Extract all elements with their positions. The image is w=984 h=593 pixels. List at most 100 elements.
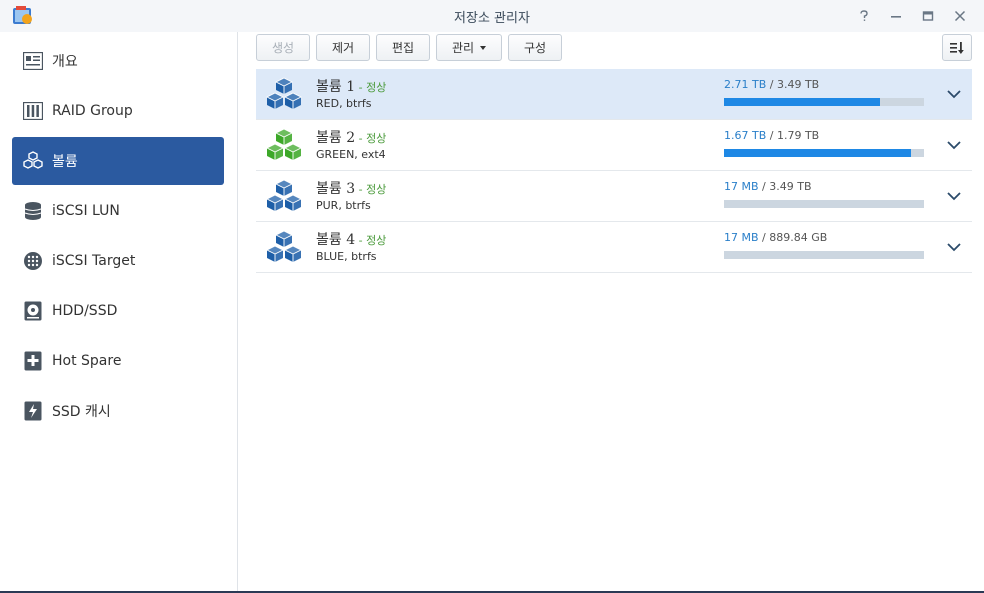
volume-usage-bar-fill (724, 149, 911, 157)
volume-row[interactable]: 볼륨 3 - 정상 PUR, btrfs 17 MB / 3.49 TB (256, 171, 972, 222)
volume-used: 2.71 TB (724, 78, 767, 91)
sidebar-item-volume[interactable]: 볼륨 (12, 137, 224, 185)
volume-number: 1 (346, 79, 356, 95)
sidebar-item-label: HDD/SSD (52, 303, 118, 319)
volume-total: 3.49 TB (769, 180, 812, 193)
volume-cubes-icon (265, 77, 303, 113)
volume-row[interactable]: 볼륨 1 - 정상 RED, btrfs 2.71 TB / 3.49 TB (256, 69, 972, 120)
volume-usage-text: 17 MB / 3.49 TB (724, 180, 812, 193)
minimize-icon[interactable] (886, 6, 906, 26)
volume-status-sep: - (355, 132, 367, 145)
maximize-icon[interactable] (918, 6, 938, 26)
sidebar-item-label: Hot Spare (52, 353, 122, 369)
volume-status-sep: - (355, 81, 367, 94)
volume-number: 4 (346, 232, 356, 248)
volume-description: RED, btrfs (316, 97, 372, 110)
raid-group-icon (22, 100, 44, 122)
volume-status-sep: - (355, 234, 367, 247)
volume-total: 1.79 TB (776, 129, 820, 142)
volume-total: 889.84 GB (769, 231, 828, 244)
caret-down-icon (480, 45, 487, 50)
ssd-cache-icon (22, 400, 44, 422)
volume-number: 2 (346, 130, 356, 146)
volume-used: 1.67 TB (724, 129, 767, 142)
sort-icon (950, 41, 964, 54)
volume-name: 볼륨 3 - 정상 (316, 178, 386, 198)
volume-usage-bar (724, 98, 924, 106)
volume-list: 볼륨 1 - 정상 RED, btrfs 2.71 TB / 3.49 TB 볼… (256, 69, 972, 273)
close-icon[interactable] (950, 6, 970, 26)
volume-status: 정상 (366, 234, 387, 247)
hot-spare-icon (22, 350, 44, 372)
volume-cubes-icon (265, 128, 303, 164)
volume-used: 17 MB (724, 231, 759, 244)
sidebar-item-label: 볼륨 (52, 154, 78, 170)
manage-dropdown-button[interactable]: 관리 (436, 34, 502, 61)
volume-name-text: 볼륨 (316, 232, 342, 248)
volume-used: 17 MB (724, 180, 759, 193)
sort-button[interactable] (942, 34, 972, 61)
edit-button[interactable]: 편집 (376, 34, 430, 61)
volume-name: 볼륨 4 - 정상 (316, 229, 386, 249)
volume-usage-text: 2.71 TB / 3.49 TB (724, 78, 819, 91)
volume-usage-bar-fill (724, 98, 880, 106)
configure-button[interactable]: 구성 (508, 34, 562, 61)
toolbar: 생성 제거 편집 관리 구성 (256, 32, 972, 66)
title-bar: 저장소 관리자 (0, 0, 984, 32)
help-icon[interactable] (854, 6, 874, 26)
sidebar-item-iscsi-lun[interactable]: iSCSI LUN (12, 187, 224, 235)
volume-name-text: 볼륨 (316, 79, 342, 95)
iscsi-lun-icon (22, 200, 44, 222)
storage-manager-app-icon (13, 6, 32, 24)
volume-status: 정상 (366, 132, 387, 145)
sidebar-item-iscsi-target[interactable]: iSCSI Target (12, 237, 224, 285)
volume-total: 3.49 TB (776, 78, 820, 91)
manage-label: 관리 (451, 41, 475, 55)
volume-name: 볼륨 2 - 정상 (316, 127, 386, 147)
volume-description: BLUE, btrfs (316, 250, 377, 263)
volume-row[interactable]: 볼륨 2 - 정상 GREEN, ext4 1.67 TB / 1.79 TB (256, 120, 972, 171)
sidebar-item-ssd-cache[interactable]: SSD 캐시 (12, 387, 224, 435)
sidebar-item-overview[interactable]: 개요 (12, 37, 224, 85)
sidebar-item-label: RAID Group (52, 103, 133, 119)
sidebar-item-label: 개요 (52, 54, 78, 70)
volume-name: 볼륨 1 - 정상 (316, 76, 386, 96)
chevron-down-icon[interactable] (946, 188, 962, 204)
create-button[interactable]: 생성 (256, 34, 310, 61)
volume-description: GREEN, ext4 (316, 148, 386, 161)
volume-usage-text: 17 MB / 889.84 GB (724, 231, 827, 244)
volume-usage-bar (724, 251, 924, 259)
volume-row[interactable]: 볼륨 4 - 정상 BLUE, btrfs 17 MB / 889.84 GB (256, 222, 972, 273)
volume-usage-bar (724, 200, 924, 208)
volume-status-sep: - (355, 183, 367, 196)
remove-button[interactable]: 제거 (316, 34, 370, 61)
volume-description: PUR, btrfs (316, 199, 371, 212)
chevron-down-icon[interactable] (946, 137, 962, 153)
iscsi-target-icon (22, 250, 44, 272)
hdd-ssd-icon (22, 300, 44, 322)
volume-number: 3 (346, 181, 356, 197)
sidebar-item-label: iSCSI LUN (52, 203, 120, 219)
sidebar-item-hot-spare[interactable]: Hot Spare (12, 337, 224, 385)
volume-icon (22, 150, 44, 172)
sidebar: 개요 RAID Group 볼륨 iSCSI LUN iSCSI Target … (0, 32, 238, 593)
usage-separator: / (758, 180, 770, 193)
chevron-down-icon[interactable] (946, 239, 962, 255)
volume-status: 정상 (366, 183, 387, 196)
window-controls (854, 6, 970, 26)
chevron-down-icon[interactable] (946, 86, 962, 102)
sidebar-item-label: iSCSI Target (52, 253, 136, 269)
sidebar-item-label: SSD 캐시 (52, 404, 111, 420)
volume-usage-bar (724, 149, 924, 157)
volume-cubes-icon (265, 179, 303, 215)
overview-icon (22, 50, 44, 72)
volume-name-text: 볼륨 (316, 130, 342, 146)
window-title: 저장소 관리자 (454, 10, 530, 26)
usage-separator: / (766, 129, 777, 142)
sidebar-item-hdd-ssd[interactable]: HDD/SSD (12, 287, 224, 335)
usage-separator: / (766, 78, 777, 91)
volume-cubes-icon (265, 230, 303, 266)
sidebar-item-raid-group[interactable]: RAID Group (12, 87, 224, 135)
usage-separator: / (758, 231, 770, 244)
volume-name-text: 볼륨 (316, 181, 342, 197)
